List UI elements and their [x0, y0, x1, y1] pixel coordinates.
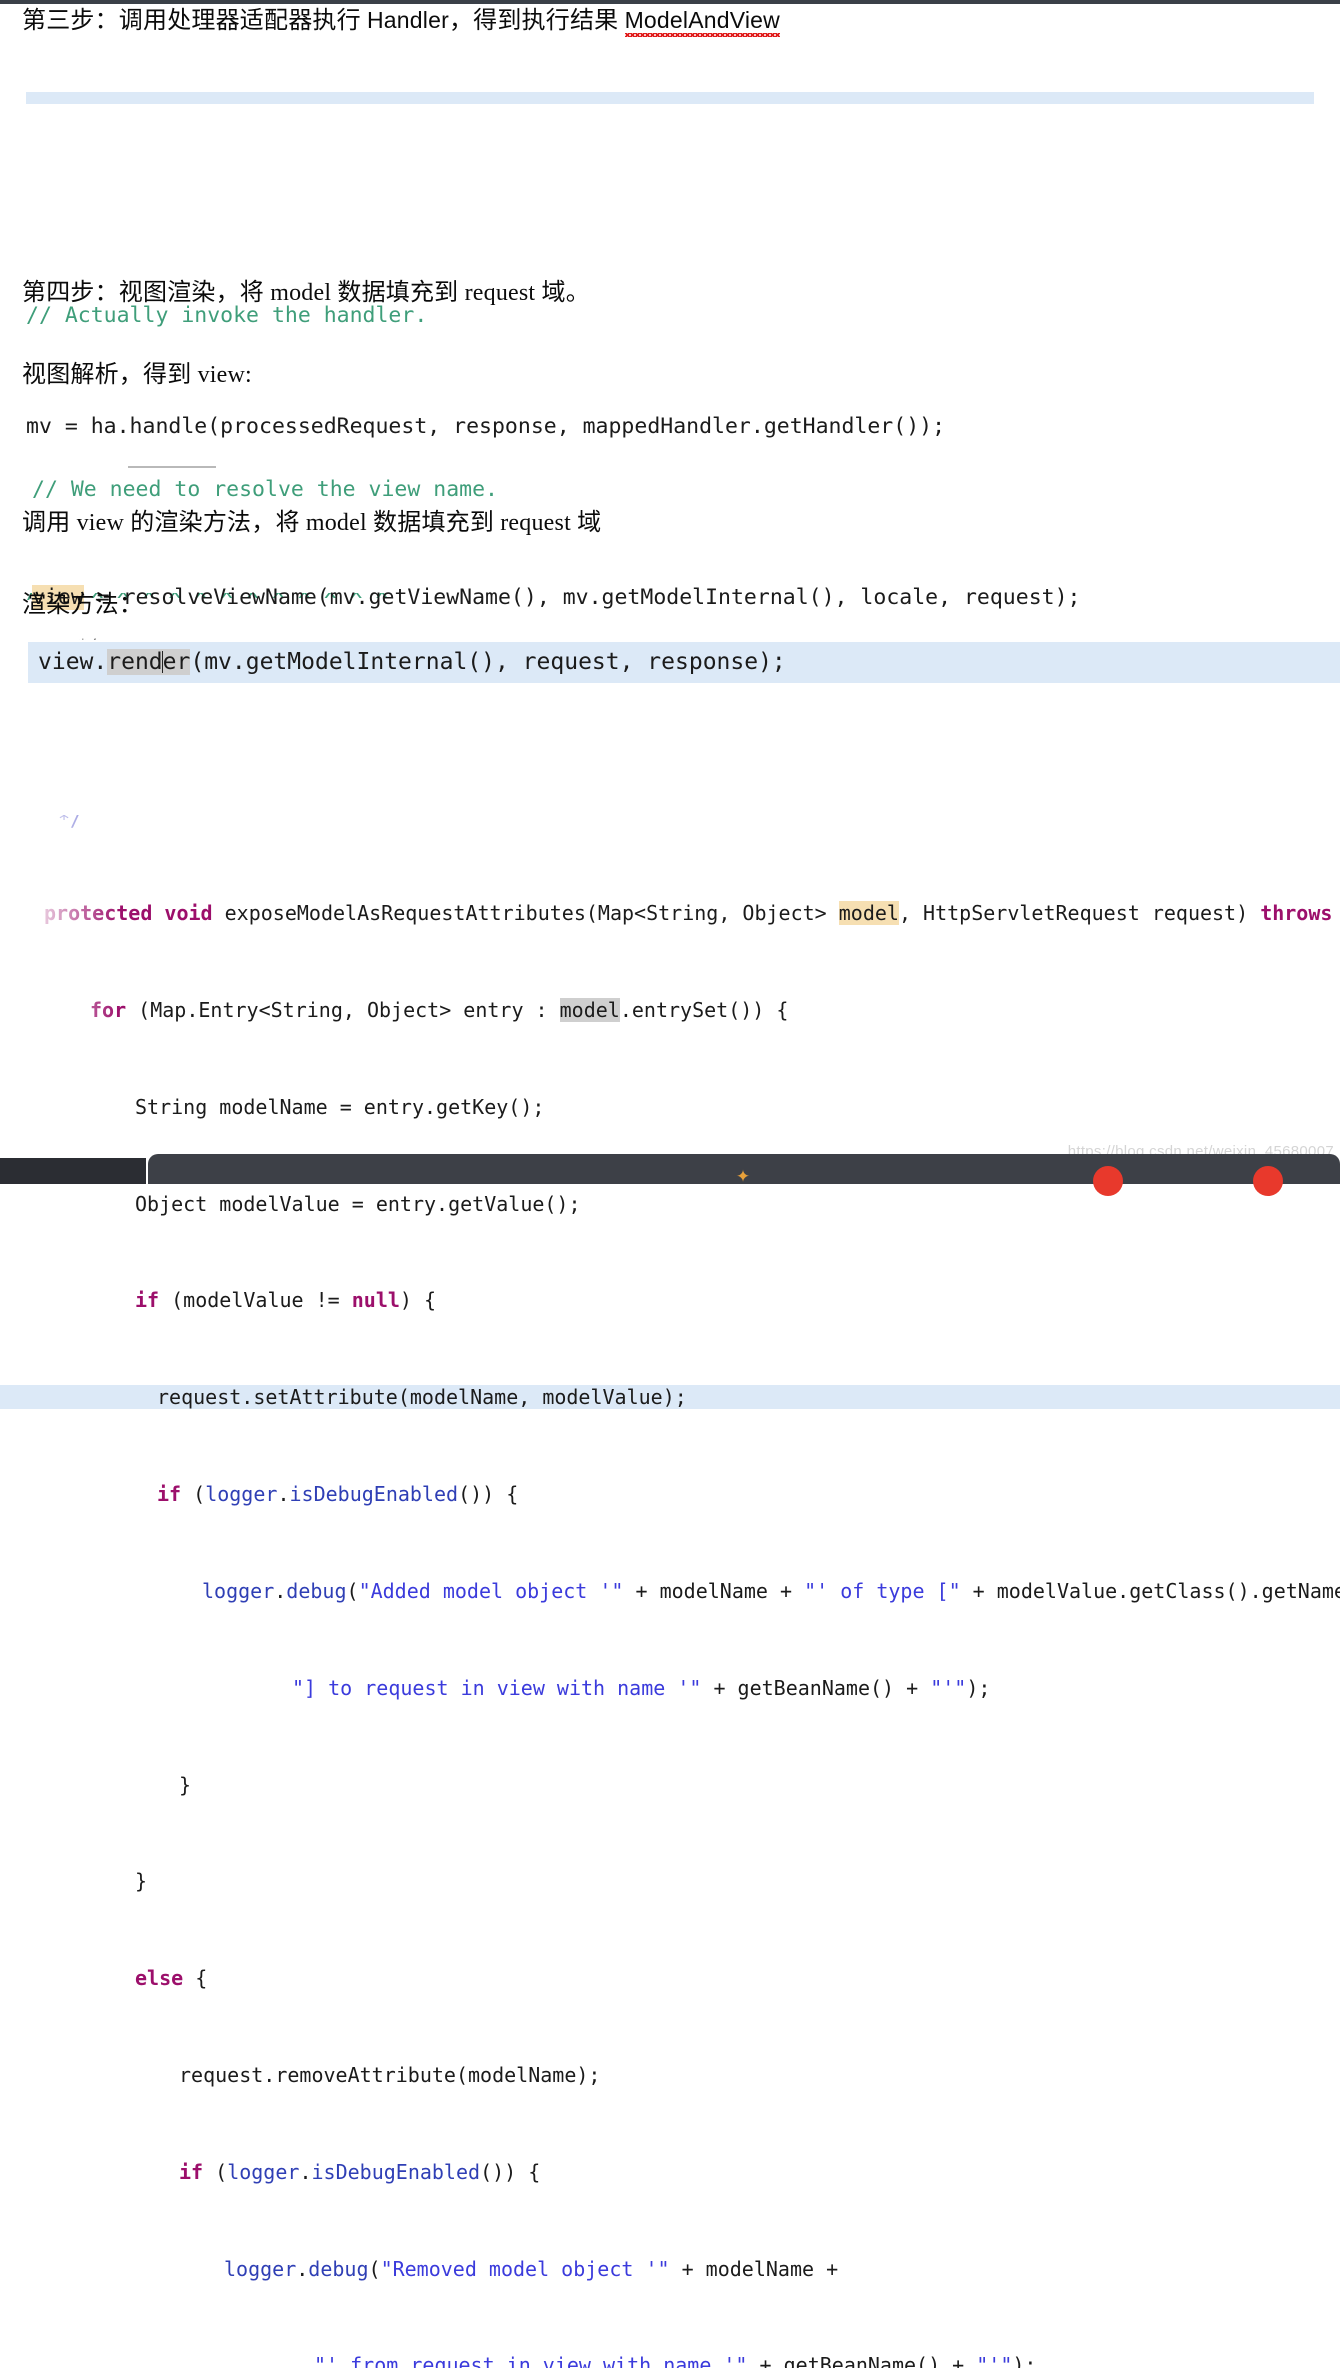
view-render-code-block[interactable]: */ view.render(mv.getModelInternal(), re… [28, 628, 1340, 730]
code4-line-if-debug-2: if (logger.isDebugEnabled()) { [179, 2159, 541, 2184]
render-prefix: view. [38, 649, 108, 675]
step3-handler-term: Handler [367, 7, 449, 33]
step3-paragraph: 第三步：调用处理器适配器执行 Handler，得到执行结果 ModelAndVi… [22, 6, 780, 37]
star-orange-icon[interactable]: ✦ [728, 1162, 758, 1192]
code4-line-setattribute-highlighted: request.setAttribute(modelName, modelVal… [0, 1385, 1340, 1410]
code4-line-object-modelvalue: Object modelValue = entry.getValue(); [135, 1191, 581, 1216]
resolve-heading: 视图解析，得到 view: [22, 362, 252, 388]
step4-paragraph: 第四步：视图渲染，将 model 数据填充到 request 域。 [22, 280, 590, 306]
code-highlight-band [26, 92, 1314, 104]
code4-line-debug-added-1: logger.debug("Added model object '" + mo… [202, 1578, 1340, 1603]
code4-line-close-1: } [179, 1772, 192, 1797]
resolve-statement-rest: = resolveViewName(mv.getViewName(), mv.g… [83, 585, 1081, 610]
code4-line-debug-added-2: "] to request in view with name '" + get… [292, 1675, 991, 1700]
token-underline [128, 466, 216, 468]
render-selected-b: er [162, 649, 191, 675]
render-heading: 调用 view 的渲染方法，将 model 数据填充到 request 域 [22, 510, 602, 536]
expose-model-code-block[interactable]: */ protected void exposeModelAsRequestAt… [0, 742, 1340, 2368]
step3-prefix: 第三步：调用处理器适配器执行 [22, 8, 367, 34]
code4-line-else: else { [135, 1966, 208, 1991]
render-selected-a: rend [107, 649, 163, 675]
step3-modelandview-term: ModelAndView [624, 7, 780, 33]
render-block-clipped-top: */ [78, 628, 97, 640]
code4-line-debug-removed-2: "' from request in view with name '" + g… [314, 2353, 1037, 2368]
render-method-label: 渲染方法： [22, 592, 143, 618]
code4-for-line: for (Map.Entry<String, Object> entry : m… [90, 998, 789, 1023]
render-statement-row[interactable]: view.render(mv.getModelInternal(), reque… [28, 642, 1340, 683]
taskbar-main-panel[interactable]: ✦ [148, 1154, 1340, 1196]
taskbar-left-segment [0, 1158, 146, 1184]
circle-red-icon[interactable] [1093, 1166, 1123, 1196]
step3-middle: ，得到执行结果 [448, 8, 625, 34]
code4-line-if-debug-1: if (logger.isDebugEnabled()) { [157, 1482, 519, 1507]
code4-clipped-top: */ [58, 814, 83, 829]
code-comment-line-2: // We need to resolve the view name. [32, 477, 498, 502]
render-suffix: (mv.getModelInternal(), request, respons… [190, 649, 786, 675]
code4-line-close-2: } [135, 1869, 148, 1894]
code4-line-string-modelname: String modelName = entry.getKey(); [135, 1094, 545, 1119]
code4-signature-line: protected void exposeModelAsRequestAttri… [44, 901, 1333, 926]
code4-line-removeattribute: request.removeAttribute(modelName); [179, 2062, 601, 2087]
code4-line-if-not-null: if (modelValue != null) { [135, 1288, 437, 1313]
code4-line-debug-removed-1: logger.debug("Removed model object '" + … [224, 2256, 839, 2281]
circle-red-icon-2[interactable] [1253, 1166, 1283, 1196]
window-top-strip [0, 0, 1340, 4]
code-statement-line-2: view = resolveViewName(mv.getViewName(),… [32, 580, 1340, 616]
